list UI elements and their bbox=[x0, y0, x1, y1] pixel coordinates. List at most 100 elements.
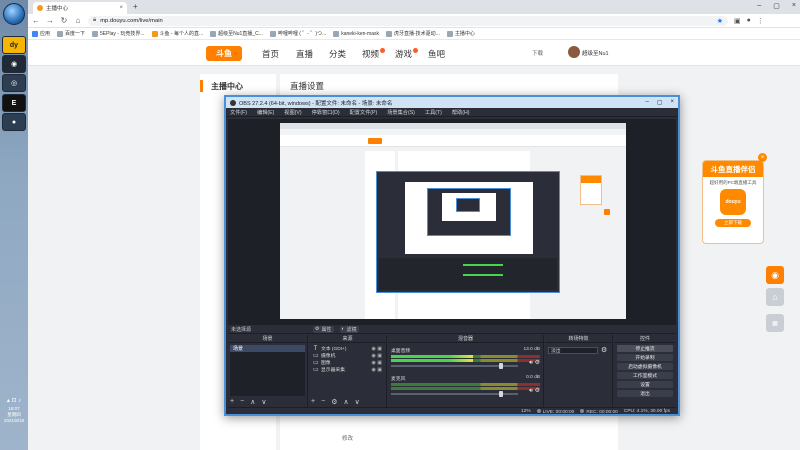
lock-icon[interactable]: ▣ bbox=[377, 367, 382, 373]
nav-video[interactable]: 视频 bbox=[362, 48, 386, 60]
bookmark-item[interactable]: 哔哩哔哩 ( ゜- ゜)つ... bbox=[269, 30, 326, 37]
edit-link[interactable]: 修改 bbox=[342, 434, 353, 442]
eye-icon[interactable]: ◉ bbox=[372, 353, 376, 359]
scene-item[interactable]: 场景 bbox=[230, 345, 305, 352]
bookmark-item[interactable]: 主播中心 bbox=[446, 30, 475, 37]
properties-button[interactable]: ⚙ 属性 bbox=[313, 325, 334, 333]
gear-icon[interactable]: ⚙ bbox=[601, 346, 607, 354]
source-item[interactable]: ▭ 摄像机 ◉ ▣ bbox=[311, 352, 384, 360]
lock-icon[interactable]: 🔒︎ bbox=[93, 17, 96, 24]
obs-preview[interactable] bbox=[228, 119, 676, 325]
remove-icon[interactable]: − bbox=[240, 398, 244, 406]
obs-menu-item[interactable]: 工具(T) bbox=[425, 109, 442, 116]
source-item[interactable]: ▭ 显示器采集 ◉ ▣ bbox=[311, 366, 384, 374]
gear-icon[interactable]: ⚙ bbox=[535, 388, 540, 394]
bookmark-star-icon[interactable]: ★ bbox=[717, 17, 723, 25]
nav-fishbar[interactable]: 鱼吧 bbox=[428, 48, 445, 60]
douyu-logo[interactable]: 斗鱼 bbox=[206, 46, 242, 61]
control-button[interactable]: 工作室模式 bbox=[617, 372, 673, 379]
obs-menu-item[interactable]: 场景集合(S) bbox=[387, 109, 415, 116]
control-button[interactable]: 设置 bbox=[617, 381, 673, 388]
close-icon[interactable]: × bbox=[758, 153, 767, 162]
move-down-icon[interactable]: ∨ bbox=[261, 398, 266, 406]
nav-game[interactable]: 游戏 bbox=[395, 48, 419, 60]
lock-icon[interactable]: ▣ bbox=[377, 353, 382, 359]
new-tab-icon[interactable]: + bbox=[133, 2, 138, 11]
control-button[interactable]: 停止推流 bbox=[617, 345, 673, 352]
bookmark-item[interactable]: kaneki-ken-mask bbox=[333, 30, 379, 37]
bookmark-item[interactable]: 斗鱼 - 每个人的直... bbox=[151, 30, 203, 37]
control-button[interactable]: 启动虚拟摄像机 bbox=[617, 363, 673, 370]
volume-slider[interactable] bbox=[391, 391, 518, 397]
nav-category[interactable]: 分类 bbox=[329, 48, 346, 60]
obs-menu-item[interactable]: 编辑(E) bbox=[257, 109, 274, 116]
nav-live[interactable]: 直播 bbox=[296, 48, 313, 60]
maximize-icon[interactable]: ▢ bbox=[657, 99, 663, 106]
companion-ad-card[interactable]: 斗鱼直播伴侣 × 超好用的PC端直播工具 douyu 立即下载 bbox=[702, 153, 767, 244]
move-up-icon[interactable]: ∧ bbox=[250, 398, 255, 406]
sidebar-title[interactable]: 主播中心 bbox=[200, 80, 243, 92]
bookmark-item[interactable]: 百度一下 bbox=[57, 30, 85, 37]
obs-titlebar[interactable]: OBS 27.2.4 (64-bit, windows) - 配置文件: 未命名… bbox=[226, 97, 678, 108]
download-button[interactable]: 立即下载 bbox=[715, 219, 751, 227]
nav-home[interactable]: 首页 bbox=[262, 48, 279, 60]
move-up-icon[interactable]: ∧ bbox=[343, 398, 348, 406]
obs-menu-item[interactable]: 配置文件(P) bbox=[350, 109, 378, 116]
source-item[interactable]: T 文本 (GDI+) ◉ ▣ bbox=[311, 345, 384, 353]
chrome-taskbar-icon[interactable]: ◎ bbox=[2, 74, 26, 92]
add-icon[interactable]: + bbox=[230, 398, 234, 406]
obs-menu-item[interactable]: 帮助(H) bbox=[452, 109, 470, 116]
start-button[interactable] bbox=[3, 3, 25, 25]
obs-window[interactable]: OBS 27.2.4 (64-bit, windows) - 配置文件: 未命名… bbox=[224, 95, 680, 416]
obs-menu-item[interactable]: 文件(F) bbox=[230, 109, 247, 116]
source-item[interactable]: ▭ 图像 ◉ ▣ bbox=[311, 359, 384, 367]
avatar[interactable] bbox=[568, 46, 580, 58]
obs-taskbar-icon[interactable]: ◉ bbox=[2, 55, 26, 73]
extensions-icon[interactable]: ▣ bbox=[734, 17, 741, 25]
menu-icon[interactable]: ⋮ bbox=[757, 17, 764, 25]
app-taskbar-icon[interactable]: ● bbox=[2, 113, 26, 131]
gear-icon[interactable]: ⚙ bbox=[535, 360, 540, 366]
douyu-taskbar-icon[interactable]: dy bbox=[2, 36, 26, 54]
add-icon[interactable]: + bbox=[311, 398, 315, 406]
eye-icon[interactable]: ◉ bbox=[372, 360, 376, 366]
bookmark-item[interactable]: 5EPlay - 玩竞技界... bbox=[92, 30, 145, 37]
address-bar[interactable]: 🔒︎ mp.douyu.com/live/main ★ bbox=[88, 15, 728, 26]
slider-knob[interactable] bbox=[498, 363, 503, 369]
speaker-icon[interactable]: 🔊︎ bbox=[529, 360, 533, 366]
tab-active[interactable]: 主播中心 × bbox=[33, 2, 127, 14]
home-icon[interactable]: ⌂ bbox=[74, 16, 82, 25]
move-down-icon[interactable]: ∨ bbox=[355, 398, 360, 406]
filters-button[interactable]: ◐ 滤镜 bbox=[339, 325, 359, 333]
home-float-icon[interactable]: ⌂ bbox=[766, 288, 784, 306]
eye-icon[interactable]: ◉ bbox=[372, 367, 376, 373]
close-window-icon[interactable]: × bbox=[792, 2, 796, 10]
lock-icon[interactable]: ▣ bbox=[377, 360, 382, 366]
speaker-icon[interactable]: 🔊︎ bbox=[529, 388, 533, 394]
control-button[interactable]: 退出 bbox=[617, 390, 673, 397]
gear-icon[interactable]: ⚙ bbox=[331, 398, 337, 406]
live-float-icon[interactable]: ◉ bbox=[766, 266, 784, 284]
remove-icon[interactable]: − bbox=[321, 398, 325, 406]
username[interactable]: 超级至Nu1 bbox=[582, 49, 609, 57]
slider-knob[interactable] bbox=[498, 391, 503, 397]
forward-icon[interactable]: → bbox=[46, 16, 54, 25]
profile-icon[interactable]: ● bbox=[747, 17, 751, 24]
lock-icon[interactable]: ▣ bbox=[377, 346, 382, 352]
reload-icon[interactable]: ↻ bbox=[60, 16, 68, 25]
close-icon[interactable]: × bbox=[670, 99, 674, 106]
tray-icons[interactable]: ▴ ⊡ ♪ bbox=[7, 398, 21, 404]
obs-menu-item[interactable]: 停靠窗口(D) bbox=[312, 109, 340, 116]
volume-slider[interactable] bbox=[391, 363, 518, 369]
eye-icon[interactable]: ◉ bbox=[372, 346, 376, 352]
close-tab-icon[interactable]: × bbox=[119, 5, 123, 11]
bookmark-item[interactable]: 应用 bbox=[32, 30, 50, 37]
minimize-icon[interactable]: – bbox=[757, 2, 761, 10]
download-link[interactable]: 下载 bbox=[532, 49, 543, 57]
maximize-icon[interactable]: ▢ bbox=[773, 2, 780, 10]
control-button[interactable]: 开始录制 bbox=[617, 354, 673, 361]
epic-taskbar-icon[interactable]: E bbox=[2, 94, 26, 112]
back-icon[interactable]: ← bbox=[32, 16, 40, 25]
bookmark-item[interactable]: 虎牙直播-技术驱动... bbox=[386, 30, 440, 37]
minimize-icon[interactable]: – bbox=[645, 99, 648, 106]
